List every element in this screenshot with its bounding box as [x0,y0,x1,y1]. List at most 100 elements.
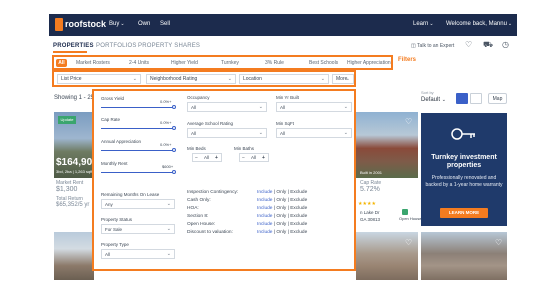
nav-sell[interactable]: Sell [160,21,170,27]
category-turnkey[interactable]: Turnkey [221,60,239,66]
year-built-dropdown[interactable]: All ⌄ [276,102,352,112]
exclude-option[interactable]: Exclude [290,190,307,195]
toggle-label: HOA: [187,206,199,211]
heart-icon[interactable]: ♡ [405,117,412,126]
plus-icon[interactable]: + [215,155,218,161]
gross-yield-value: 0.0%+ [160,99,172,104]
list-view-icon[interactable] [470,93,482,104]
cap-rate-value: 5.72% [360,186,380,193]
minus-icon[interactable]: − [242,155,245,161]
minus-icon[interactable]: − [195,155,198,161]
property-zip: GA 30813 [360,217,381,222]
min-beds-label: Min Beds [187,146,206,151]
cart-icon[interactable]: ⛟ [483,40,493,50]
account-menu[interactable]: Welcome back, Mannu⌄ [446,21,512,27]
gross-yield-label: Gross Yield [101,96,125,101]
gross-yield-handle[interactable] [172,105,176,109]
monthly-rent-handle[interactable] [172,170,176,174]
include-option[interactable]: Include [257,206,272,211]
brand-logo[interactable]: roofstock [65,19,106,29]
only-option[interactable]: Only [276,230,286,235]
chevron-down-icon: ⌄ [345,76,350,82]
only-option[interactable]: Only [276,190,286,195]
only-option[interactable]: Only [276,206,286,211]
exclude-option[interactable]: Exclude [290,214,307,219]
monthly-rent-value: $600+ [162,164,174,169]
category-market-rosters[interactable]: Market Rosters [76,60,110,66]
promo-title: Turnkey investment properties [431,154,497,169]
toggle-open-house-options: Include | Only | Exclude [257,222,308,227]
market-rent-value: $1,300 [56,186,78,193]
filters-button[interactable]: Filters [398,57,416,63]
heart-icon[interactable]: ♡ [495,238,502,247]
neighborhood-rating-dropdown[interactable]: Neighborhood Rating ⌄ [146,74,236,84]
sort-dropdown[interactable]: Default ⌄ [421,97,446,103]
map-button[interactable]: Map [488,93,507,104]
exclude-option[interactable]: Exclude [290,206,307,211]
toggle-open-house: Open House: [187,222,215,227]
chevron-down-icon: ⌄ [166,251,171,257]
open-house-label: Open House [399,216,422,221]
chat-icon: ◫ [411,43,416,49]
category-higher-yield[interactable]: Higher Yield [171,60,198,66]
property-status-dropdown[interactable]: For Sale ⌄ [101,224,175,234]
nav-learn[interactable]: Learn⌄ [413,21,434,27]
nav-buy[interactable]: Buy⌄ [109,21,125,27]
appreciation-value: 0.0%+ [160,142,172,147]
toggle-label: Section 8: [187,214,209,219]
logo-icon[interactable] [55,18,63,31]
toggle-section-8-options: Include | Only | Exclude [257,214,308,219]
results-count: Showing 1 - 25 [54,95,95,101]
category-higher-appreciation[interactable]: Higher Appreciation [347,60,391,66]
learn-more-button[interactable]: LEARN MORE [440,208,488,218]
only-option[interactable]: Only [276,214,286,219]
include-option[interactable]: Include [257,222,272,227]
min-beds-stepper[interactable]: − All + [192,153,222,162]
occupancy-dropdown[interactable]: All ⌄ [187,102,267,112]
heart-icon[interactable]: ♡ [405,238,412,247]
appreciation-handle[interactable] [172,148,176,152]
grid-view-icon[interactable] [456,93,468,104]
exclude-option[interactable]: Exclude [290,222,307,227]
property-type-dropdown[interactable]: All ⌄ [101,249,175,259]
list-price-dropdown[interactable]: List Price ⌄ [57,74,141,84]
tab-property-shares[interactable]: PROPERTY SHARES [138,43,200,49]
tab-properties[interactable]: PROPERTIES [53,43,94,49]
filter-dropdown-row: List Price ⌄ Neighborhood Rating ⌄ Locatio… [52,70,356,87]
category-3-percent-rule[interactable]: 3% Rule [265,60,284,66]
category-all[interactable]: All [56,59,67,67]
only-option[interactable]: Only [276,198,286,203]
include-option[interactable]: Include [257,198,272,203]
cap-rate-filter-value: 0.0%+ [160,120,172,125]
cap-rate-fill [101,128,174,129]
cap-rate-handle[interactable] [172,126,176,130]
min-baths-stepper[interactable]: − All + [239,153,269,162]
tab-portfolios[interactable]: PORTFOLIOS [96,43,137,49]
plus-icon[interactable]: + [262,155,265,161]
exclude-option[interactable]: Exclude [290,198,307,203]
open-house-icon [402,209,408,215]
more-dropdown[interactable]: More ⌄ [332,74,354,84]
appreciation-label: Annual Appreciation [101,139,142,144]
min-beds-value: All [204,155,210,160]
nav-own[interactable]: Own [138,21,150,27]
include-option[interactable]: Include [257,190,272,195]
category-2-4-units[interactable]: 2-4 Units [129,60,149,66]
location-dropdown[interactable]: Location ⌄ [239,74,329,84]
chevron-down-icon: ⌄ [132,76,137,82]
remaining-months-dropdown[interactable]: Any ⌄ [101,199,175,209]
include-option[interactable]: Include [257,214,272,219]
school-rating-dropdown[interactable]: All ⌄ [187,128,267,138]
talk-to-expert-link[interactable]: ◫ Talk to an Expert [411,43,454,49]
clock-icon[interactable]: ◷ [502,40,509,49]
min-sqft-dropdown[interactable]: All ⌄ [276,128,352,138]
property-type-label: Property Type [101,242,129,247]
heart-icon[interactable]: ♡ [465,40,472,49]
chevron-down-icon: ⌄ [166,201,171,207]
exclude-option[interactable]: Exclude [290,230,307,235]
property-photo[interactable] [54,232,94,280]
only-option[interactable]: Only [276,222,286,227]
cap-rate-filter-label: Cap Rate [101,117,121,122]
include-option[interactable]: Include [257,230,272,235]
category-best-schools[interactable]: Best Schools [309,60,338,66]
